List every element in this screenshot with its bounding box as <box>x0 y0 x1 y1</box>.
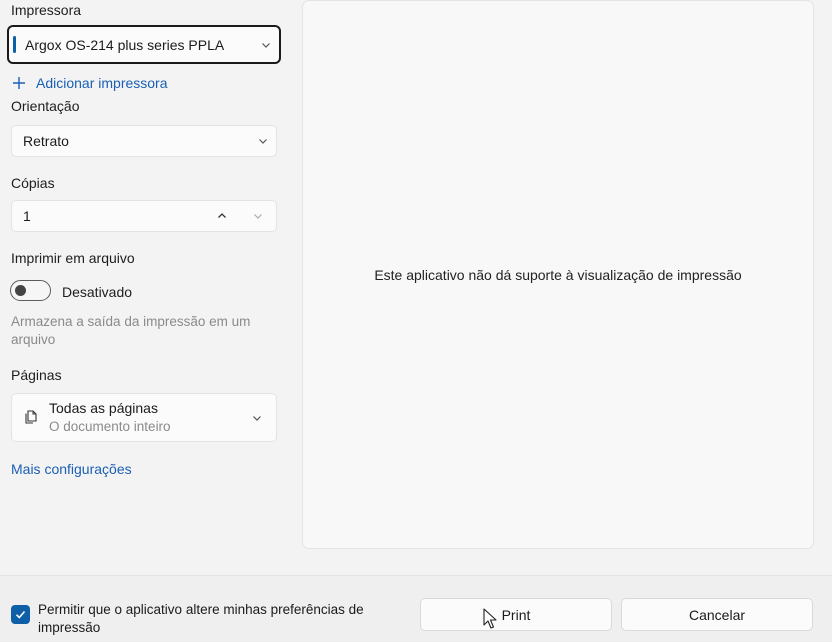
printer-select-value: Argox OS-214 plus series PPLA <box>25 36 225 53</box>
preview-unavailable-message: Este aplicativo não dá suporte à visuali… <box>374 267 742 283</box>
print-button[interactable]: Print <box>420 598 612 631</box>
dialog-footer: Permitir que o aplicativo altere minhas … <box>0 575 832 642</box>
print-to-file-help: Armazena a saída da impressão em um arqu… <box>11 314 251 347</box>
print-to-file-label: Imprimir em arquivo <box>11 250 135 266</box>
allow-preferences-checkbox[interactable] <box>11 605 30 624</box>
more-settings-link[interactable]: Mais configurações <box>11 461 132 477</box>
chevron-down-icon <box>244 394 270 441</box>
pages-select-description: O documento inteiro <box>49 419 171 434</box>
pages-select[interactable]: Todas as páginas O documento inteiro <box>11 393 277 442</box>
chevron-down-icon <box>250 126 276 156</box>
chevron-up-icon[interactable] <box>204 201 240 231</box>
copies-input[interactable]: 1 <box>12 208 204 224</box>
pages-select-value: Todas as páginas <box>49 400 158 416</box>
copies-stepper[interactable]: 1 <box>11 200 277 232</box>
add-printer-label: Adicionar impressora <box>36 75 168 91</box>
orientation-select-value: Retrato <box>23 133 69 149</box>
copies-label: Cópias <box>11 175 55 191</box>
plus-icon <box>11 75 27 91</box>
cancel-button[interactable]: Cancelar <box>621 598 813 631</box>
allow-preferences-label[interactable]: Permitir que o aplicativo altere minhas … <box>38 601 398 637</box>
document-pages-icon <box>23 409 39 425</box>
printer-label: Impressora <box>11 2 82 18</box>
add-printer-link[interactable]: Adicionar impressora <box>11 75 168 91</box>
print-to-file-toggle[interactable] <box>10 280 51 301</box>
toggle-knob <box>15 285 26 296</box>
checkmark-icon <box>14 608 27 621</box>
pages-label: Páginas <box>11 367 62 383</box>
mouse-cursor-icon <box>483 608 497 633</box>
orientation-label: Orientação <box>11 98 80 114</box>
toggle-state-label: Desativado <box>62 284 133 300</box>
chevron-down-icon <box>253 27 279 62</box>
print-preview-pane: Este aplicativo não dá suporte à visuali… <box>302 0 814 549</box>
orientation-select[interactable]: Retrato <box>11 125 277 157</box>
chevron-down-icon[interactable] <box>240 201 276 231</box>
printer-select[interactable]: Argox OS-214 plus series PPLA <box>7 25 281 64</box>
